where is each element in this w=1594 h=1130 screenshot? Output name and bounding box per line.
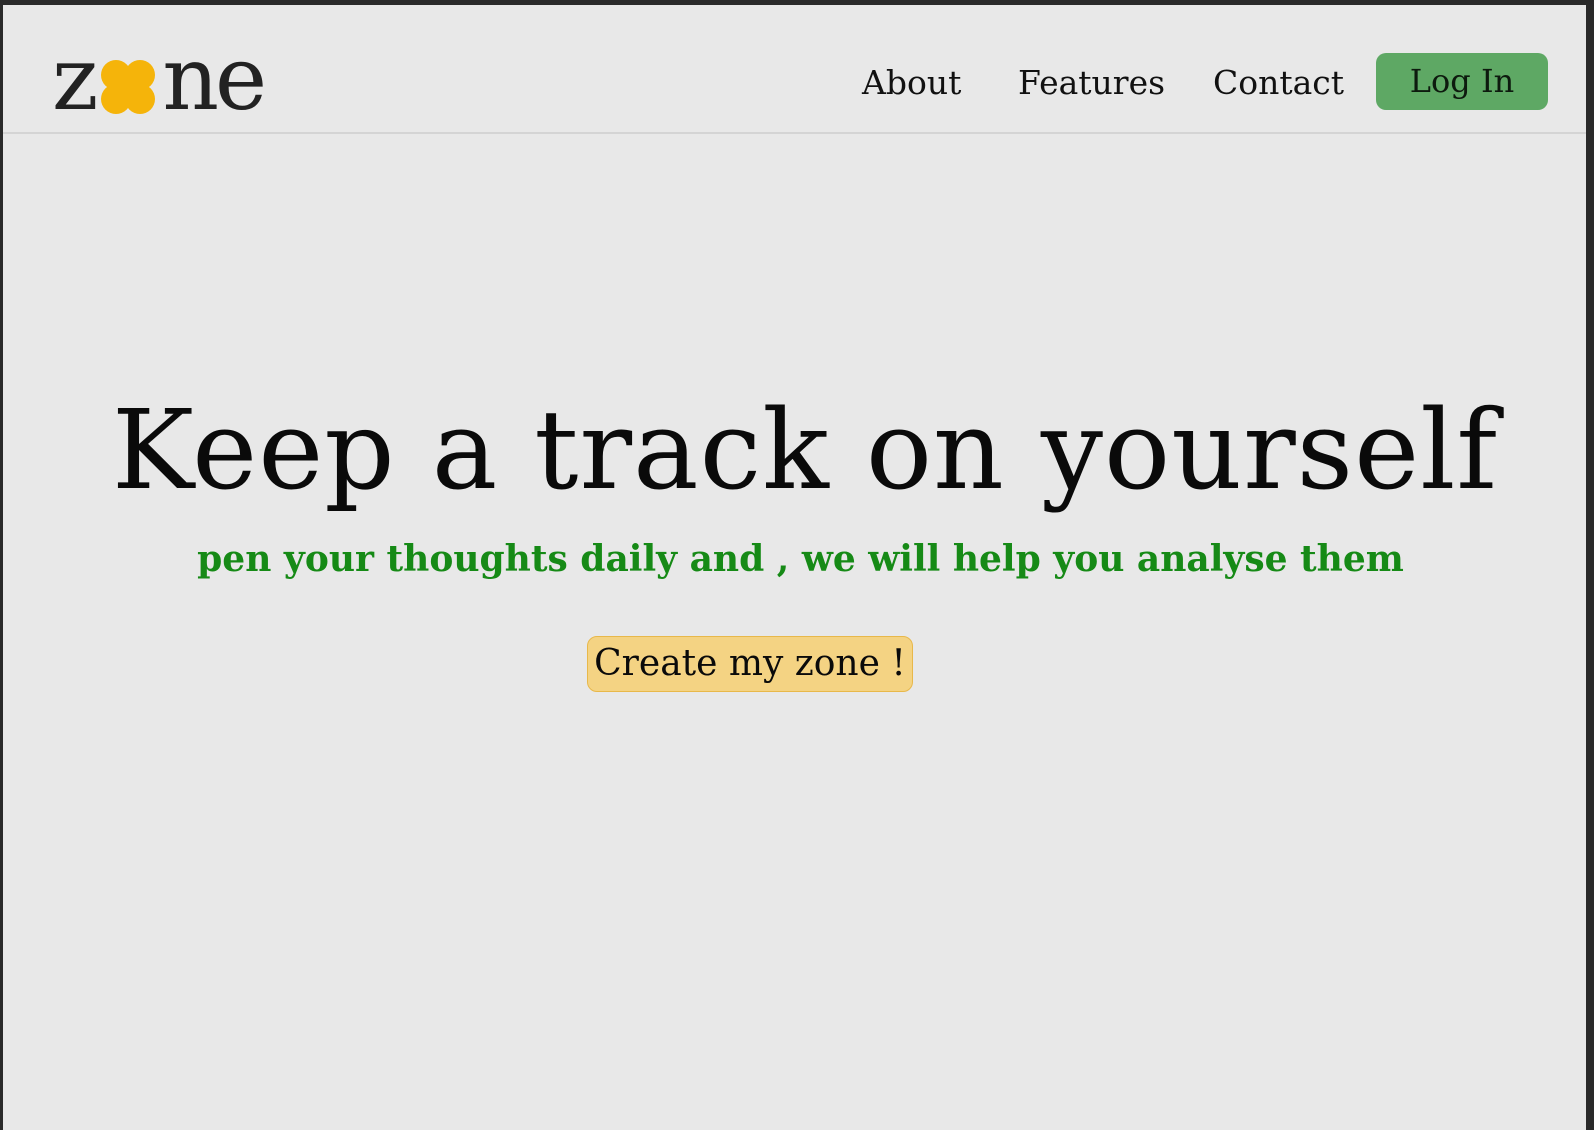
hero-title: Keep a track on yourself <box>111 386 1499 514</box>
hero-subtitle: pen your thoughts daily and , we will he… <box>197 538 1404 580</box>
nav-link-features[interactable]: Features <box>1018 63 1165 102</box>
nav-links: About Features Contact <box>3 63 1586 115</box>
nav-link-about[interactable]: About <box>862 63 961 102</box>
nav-link-contact[interactable]: Contact <box>1213 63 1344 102</box>
page-frame: z ne About Features Contact Log In Keep … <box>3 5 1586 1130</box>
login-button[interactable]: Log In <box>1376 53 1548 110</box>
create-zone-button[interactable]: Create my zone ! <box>587 636 913 692</box>
navbar: z ne About Features Contact Log In <box>3 5 1586 134</box>
